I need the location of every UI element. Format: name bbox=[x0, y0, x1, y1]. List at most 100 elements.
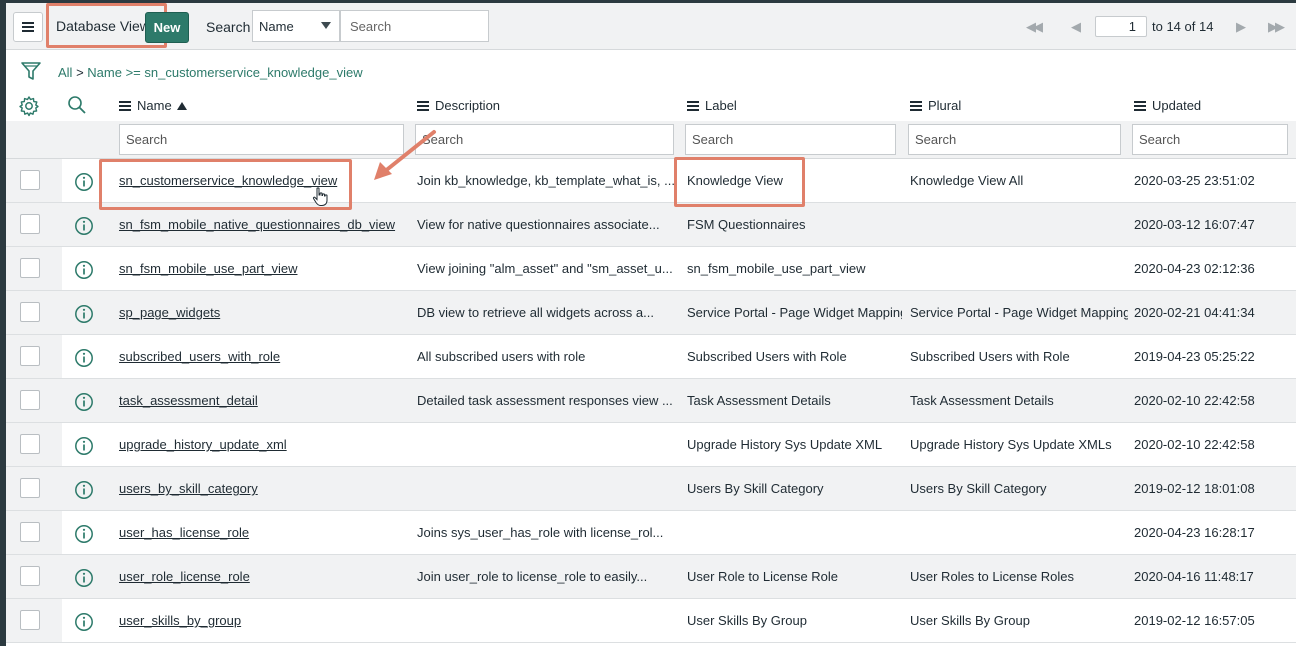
table-row[interactable]: sn_fsm_mobile_use_part_view View joining … bbox=[6, 247, 1296, 291]
cell-label: Subscribed Users with Role bbox=[687, 349, 847, 364]
description-search-input[interactable] bbox=[415, 124, 674, 155]
info-icon[interactable] bbox=[74, 524, 94, 544]
cell-name[interactable]: sn_customerservice_knowledge_view bbox=[119, 173, 409, 188]
table-row[interactable]: user_has_license_role Joins sys_user_has_… bbox=[6, 511, 1296, 555]
column-menu-icon[interactable] bbox=[687, 100, 699, 111]
cell-plural: Upgrade History Sys Update XMLs bbox=[910, 437, 1112, 452]
breadcrumb-row: All > Name >= sn_customerservice_knowled… bbox=[6, 51, 1296, 91]
column-menu-icon[interactable] bbox=[1134, 100, 1146, 111]
new-button[interactable]: New bbox=[145, 12, 189, 43]
cell-plural: Service Portal - Page Widget Mapping bbox=[910, 305, 1128, 320]
info-icon[interactable] bbox=[74, 216, 94, 236]
row-checkbox[interactable] bbox=[20, 522, 40, 542]
row-checkbox[interactable] bbox=[20, 170, 40, 190]
cell-plural: Task Assessment Details bbox=[910, 393, 1054, 408]
cell-name[interactable]: sn_fsm_mobile_use_part_view bbox=[119, 261, 409, 276]
first-page-icon[interactable]: ◀◀ bbox=[1026, 19, 1043, 35]
list-menu-button[interactable] bbox=[13, 12, 43, 42]
search-icon[interactable] bbox=[67, 95, 87, 115]
cell-name[interactable]: user_skills_by_group bbox=[119, 613, 409, 628]
row-checkbox[interactable] bbox=[20, 258, 40, 278]
breadcrumb-all[interactable]: All bbox=[58, 65, 72, 80]
row-checkbox[interactable] bbox=[20, 302, 40, 322]
table-row[interactable]: subscribed_users_with_role All subscribed… bbox=[6, 335, 1296, 379]
column-menu-icon[interactable] bbox=[417, 100, 429, 111]
hand-cursor-icon bbox=[312, 187, 328, 206]
table-row[interactable]: sn_fsm_mobile_native_questionnaires_db_v… bbox=[6, 203, 1296, 247]
row-checkbox[interactable] bbox=[20, 346, 40, 366]
cell-updated: 2019-02-12 18:01:08 bbox=[1134, 481, 1255, 496]
cell-name[interactable]: task_assessment_detail bbox=[119, 393, 409, 408]
cell-name[interactable]: user_role_license_role bbox=[119, 569, 409, 584]
row-select-cell bbox=[6, 423, 62, 466]
cell-name[interactable]: upgrade_history_update_xml bbox=[119, 437, 409, 452]
label-search-input[interactable] bbox=[685, 124, 896, 155]
breadcrumb-separator: > bbox=[76, 65, 84, 80]
row-select-cell bbox=[6, 599, 62, 642]
page-number-input[interactable] bbox=[1095, 16, 1147, 37]
info-icon[interactable] bbox=[74, 172, 94, 192]
table-row[interactable]: sp_page_widgets DB view to retrieve all w… bbox=[6, 291, 1296, 335]
cell-name[interactable]: subscribed_users_with_role bbox=[119, 349, 409, 364]
row-select-cell bbox=[6, 555, 62, 598]
plural-search-input[interactable] bbox=[908, 124, 1121, 155]
column-header-label: Description bbox=[435, 98, 501, 113]
info-icon[interactable] bbox=[74, 348, 94, 368]
previous-page-icon[interactable]: ◀ bbox=[1071, 19, 1081, 35]
cell-name[interactable]: users_by_skill_category bbox=[119, 481, 409, 496]
cell-updated: 2020-04-23 16:28:17 bbox=[1134, 525, 1255, 540]
row-checkbox[interactable] bbox=[20, 478, 40, 498]
table-row[interactable]: users_by_skill_category Users By Skill Ca… bbox=[6, 467, 1296, 511]
breadcrumb: All > Name >= sn_customerservice_knowled… bbox=[58, 65, 363, 80]
cell-description: All subscribed users with role bbox=[417, 349, 586, 364]
table-row[interactable]: upgrade_history_update_xml Upgrade Histor… bbox=[6, 423, 1296, 467]
row-checkbox[interactable] bbox=[20, 214, 40, 234]
last-page-icon[interactable]: ▶▶ bbox=[1268, 19, 1285, 35]
column-header-plural[interactable]: Plural bbox=[910, 98, 961, 113]
column-header-updated[interactable]: Updated bbox=[1134, 98, 1201, 113]
name-search-input[interactable] bbox=[119, 124, 404, 155]
column-menu-icon[interactable] bbox=[119, 100, 131, 111]
cell-name[interactable]: sn_fsm_mobile_native_questionnaires_db_v… bbox=[119, 217, 409, 232]
updated-search-input[interactable] bbox=[1132, 124, 1288, 155]
breadcrumb-filter[interactable]: Name >= sn_customerservice_knowledge_vie… bbox=[87, 65, 362, 80]
info-icon[interactable] bbox=[74, 568, 94, 588]
row-checkbox[interactable] bbox=[20, 390, 40, 410]
cell-label: sn_fsm_mobile_use_part_view bbox=[687, 261, 866, 276]
cell-label: Knowledge View bbox=[687, 173, 783, 188]
info-icon[interactable] bbox=[74, 436, 94, 456]
column-header-description[interactable]: Description bbox=[417, 98, 500, 113]
row-checkbox[interactable] bbox=[20, 434, 40, 454]
info-icon[interactable] bbox=[74, 260, 94, 280]
row-select-cell bbox=[6, 467, 62, 510]
cell-updated: 2019-04-23 05:25:22 bbox=[1134, 349, 1255, 364]
cell-description: View for native questionnaires associate… bbox=[417, 217, 660, 232]
table-row[interactable]: user_role_license_role Join user_role to … bbox=[6, 555, 1296, 599]
table-row[interactable]: sn_customerservice_knowledge_view Join kb… bbox=[6, 159, 1296, 203]
filter-icon[interactable] bbox=[20, 60, 42, 82]
row-select-cell bbox=[6, 379, 62, 422]
column-header-label[interactable]: Label bbox=[687, 98, 737, 113]
row-checkbox[interactable] bbox=[20, 610, 40, 630]
info-icon[interactable] bbox=[74, 612, 94, 632]
column-header-name[interactable]: Name bbox=[119, 98, 187, 113]
cell-name[interactable]: sp_page_widgets bbox=[119, 305, 409, 320]
info-icon[interactable] bbox=[74, 392, 94, 412]
cell-updated: 2020-02-21 04:41:34 bbox=[1134, 305, 1255, 320]
column-header-label: Name bbox=[137, 98, 172, 113]
column-menu-icon[interactable] bbox=[910, 100, 922, 111]
search-field-select[interactable]: Name bbox=[252, 10, 340, 42]
cell-description: Joins sys_user_has_role with license_rol… bbox=[417, 525, 664, 540]
info-icon[interactable] bbox=[74, 304, 94, 324]
cell-label: FSM Questionnaires bbox=[687, 217, 806, 232]
table-row[interactable]: user_skills_by_group User Skills By Group… bbox=[6, 599, 1296, 643]
cell-description: Join kb_knowledge, kb_template_what_is, … bbox=[417, 173, 675, 188]
table-row[interactable]: task_assessment_detail Detailed task asse… bbox=[6, 379, 1296, 423]
gear-icon[interactable] bbox=[18, 95, 40, 117]
search-input[interactable] bbox=[340, 10, 489, 42]
info-icon[interactable] bbox=[74, 480, 94, 500]
cell-name[interactable]: user_has_license_role bbox=[119, 525, 409, 540]
next-page-icon[interactable]: ▶ bbox=[1236, 19, 1246, 35]
list-title: Database Views bbox=[56, 17, 157, 34]
row-checkbox[interactable] bbox=[20, 566, 40, 586]
